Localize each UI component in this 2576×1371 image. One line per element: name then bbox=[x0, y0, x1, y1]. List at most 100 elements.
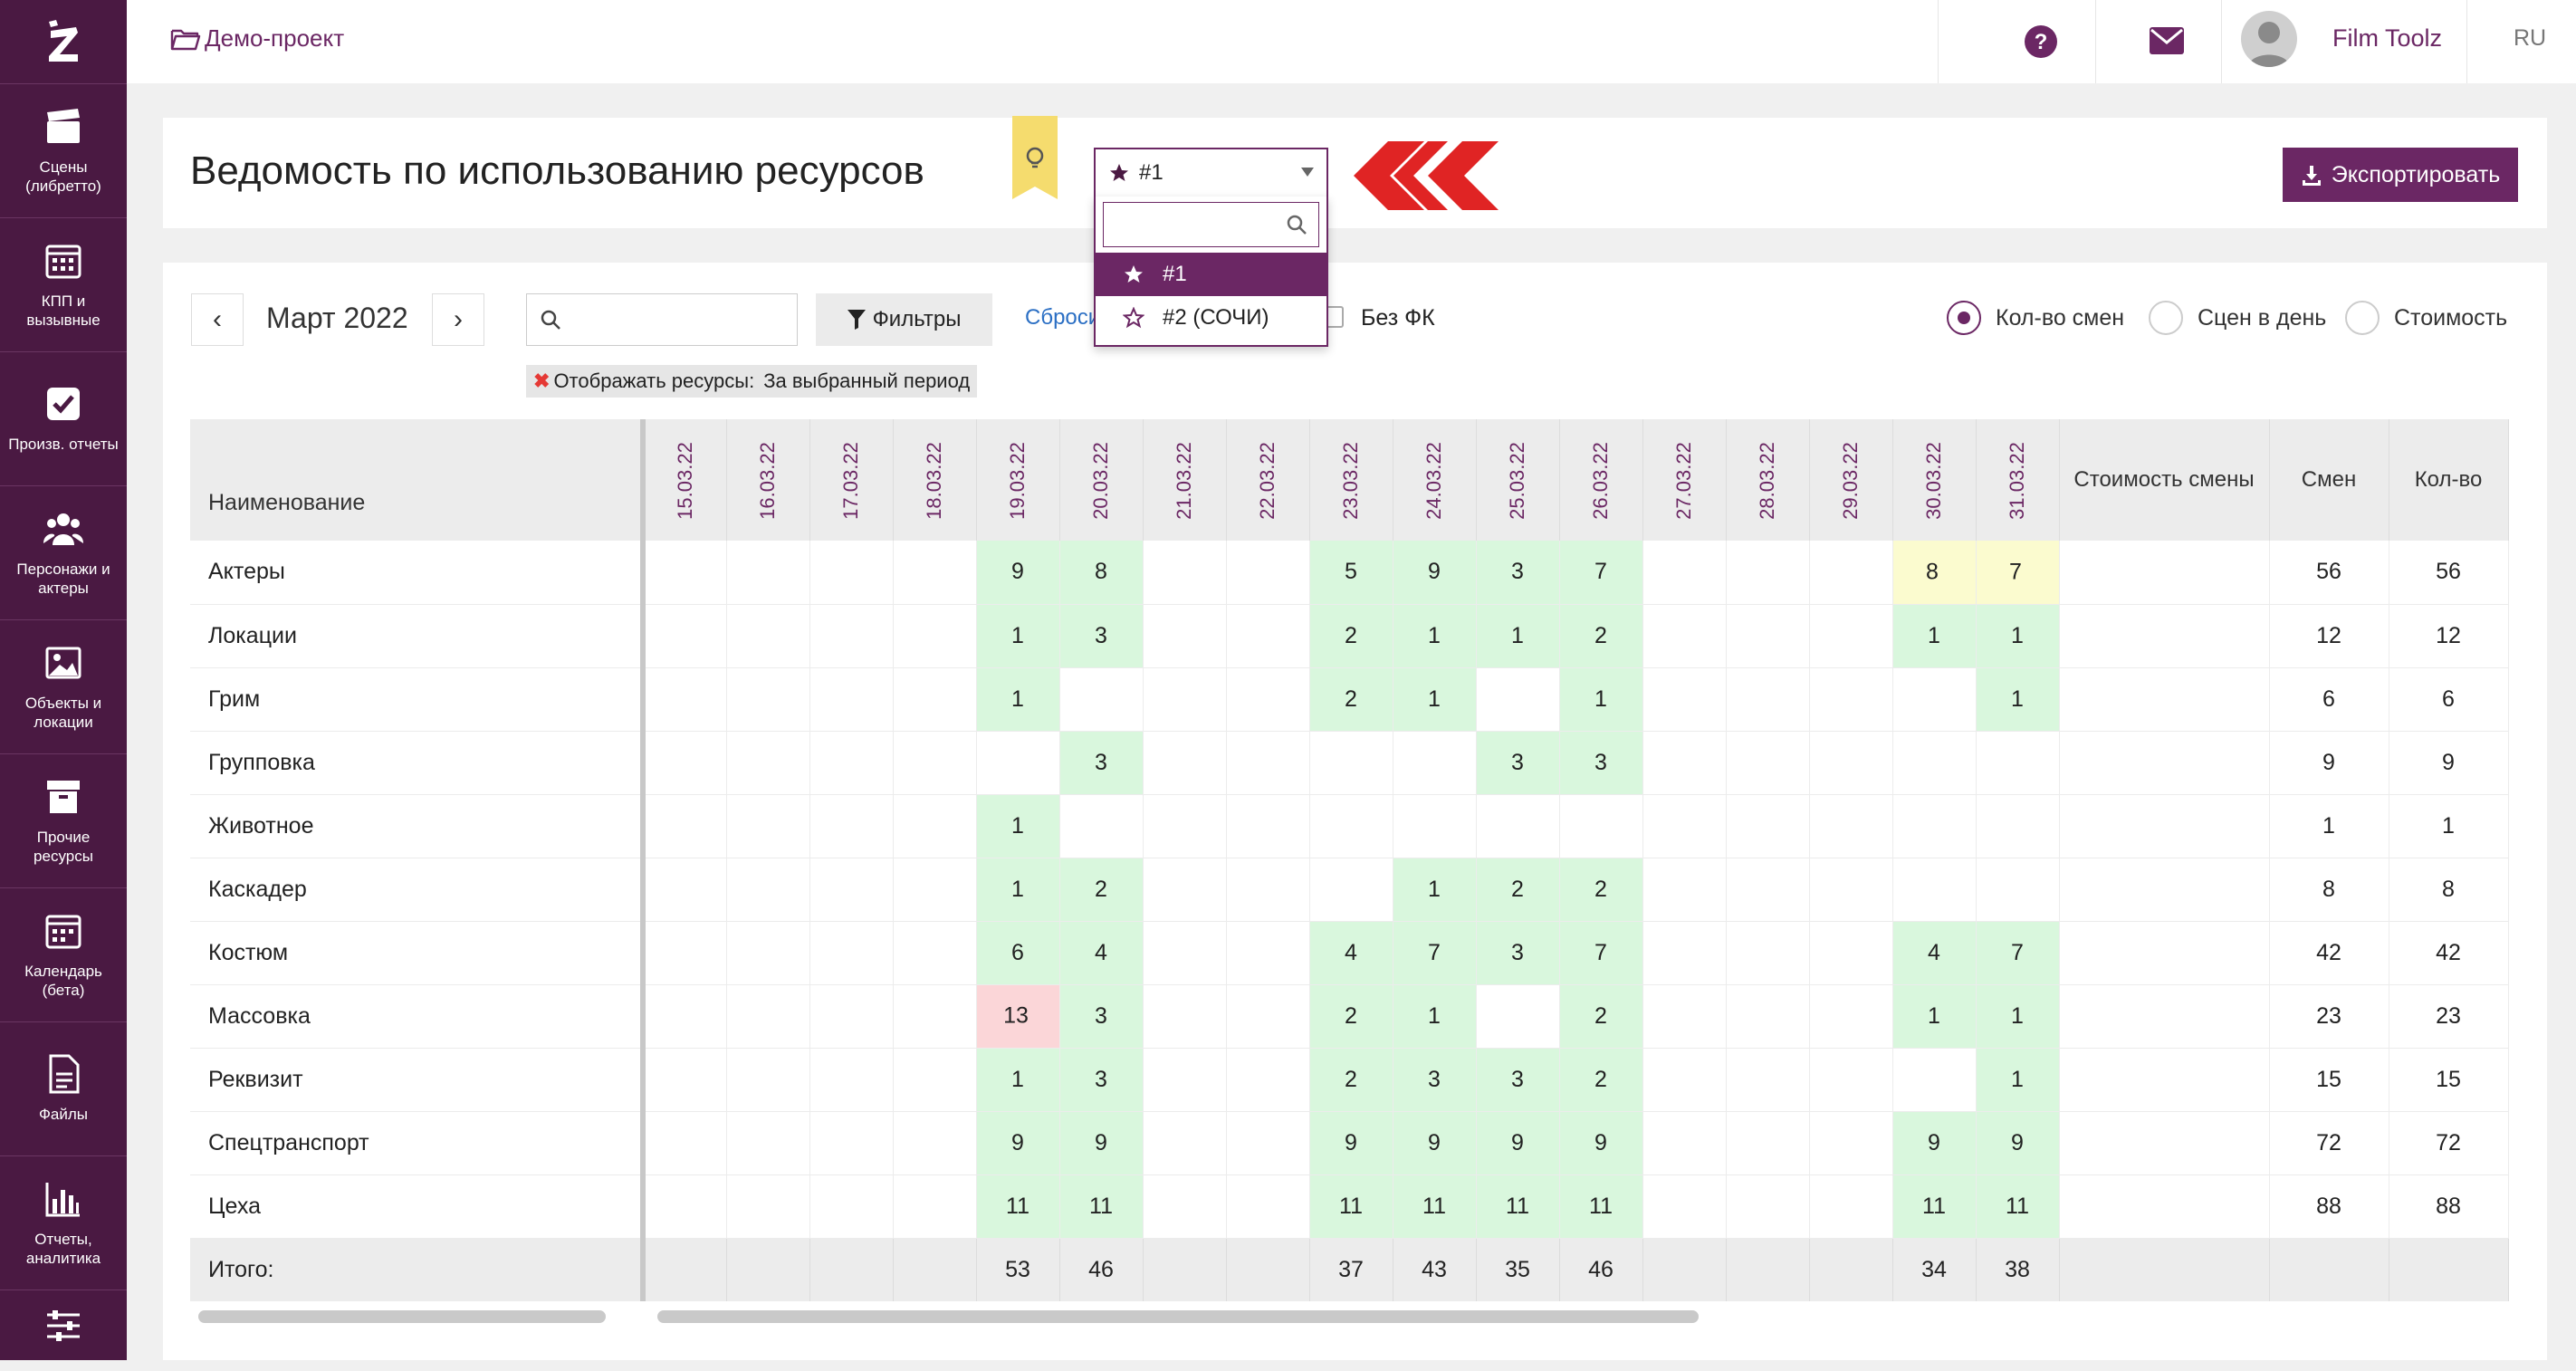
day-cell[interactable]: 9 bbox=[1976, 1111, 2060, 1175]
day-cell[interactable] bbox=[1642, 1111, 1727, 1175]
sidebar-item-checkbox[interactable]: Произв. отчеты bbox=[0, 351, 127, 485]
day-cell[interactable]: 11 bbox=[1559, 1174, 1643, 1239]
help-icon[interactable]: ? bbox=[2023, 24, 2059, 60]
day-cell[interactable]: 1 bbox=[1393, 667, 1477, 732]
radio-circle[interactable] bbox=[1947, 301, 1981, 335]
date-column-header[interactable]: 31.03.22 bbox=[1976, 419, 2060, 541]
day-cell[interactable]: 2 bbox=[1559, 984, 1643, 1049]
day-cell[interactable] bbox=[1143, 1048, 1227, 1112]
day-cell[interactable]: 9 bbox=[1309, 1111, 1393, 1175]
day-cell[interactable] bbox=[1809, 604, 1893, 668]
day-cell[interactable]: 3 bbox=[1393, 1048, 1477, 1112]
day-cell[interactable]: 3 bbox=[1059, 1048, 1144, 1112]
day-cell[interactable] bbox=[1642, 541, 1727, 605]
day-cell[interactable] bbox=[643, 1174, 727, 1239]
day-cell[interactable]: 11 bbox=[1309, 1174, 1393, 1239]
resource-name[interactable]: Массовка bbox=[190, 984, 646, 1049]
day-cell[interactable] bbox=[893, 794, 977, 858]
day-cell[interactable] bbox=[893, 1111, 977, 1175]
language-switch[interactable]: RU bbox=[2514, 25, 2546, 52]
date-column-header[interactable]: 24.03.22 bbox=[1393, 419, 1477, 541]
day-cell[interactable] bbox=[893, 667, 977, 732]
date-column-header[interactable]: 18.03.22 bbox=[893, 419, 977, 541]
resource-name[interactable]: Цеха bbox=[190, 1174, 646, 1239]
day-cell[interactable] bbox=[1892, 858, 1977, 922]
day-cell[interactable]: 13 bbox=[976, 984, 1060, 1049]
day-cell[interactable] bbox=[726, 858, 810, 922]
export-button[interactable]: Экспортировать bbox=[2283, 148, 2518, 202]
day-cell[interactable]: 3 bbox=[1476, 1048, 1560, 1112]
day-cell[interactable]: 2 bbox=[1476, 858, 1560, 922]
day-cell[interactable] bbox=[1309, 731, 1393, 795]
day-cell[interactable] bbox=[1143, 731, 1227, 795]
day-cell[interactable]: 8 bbox=[1059, 541, 1144, 605]
resource-name[interactable]: Реквизит bbox=[190, 1048, 646, 1112]
day-cell[interactable]: 2 bbox=[1559, 604, 1643, 668]
sidebar-item-calendar-grid[interactable]: КПП и вызывные bbox=[0, 217, 127, 351]
day-cell[interactable] bbox=[726, 1111, 810, 1175]
day-cell[interactable]: 1 bbox=[1476, 604, 1560, 668]
sidebar-item-sliders[interactable] bbox=[0, 1290, 127, 1371]
date-column-header[interactable]: 25.03.22 bbox=[1476, 419, 1560, 541]
resource-name[interactable]: Групповка bbox=[190, 731, 646, 795]
day-cell[interactable]: 9 bbox=[976, 541, 1060, 605]
day-cell[interactable] bbox=[1642, 921, 1727, 985]
day-cell[interactable] bbox=[1726, 667, 1810, 732]
day-cell[interactable] bbox=[1393, 731, 1477, 795]
day-cell[interactable] bbox=[809, 794, 894, 858]
day-cell[interactable]: 1 bbox=[976, 667, 1060, 732]
day-cell[interactable] bbox=[1143, 541, 1227, 605]
day-cell[interactable]: 3 bbox=[1059, 604, 1144, 668]
day-cell[interactable] bbox=[1809, 984, 1893, 1049]
day-cell[interactable]: 1 bbox=[1976, 1048, 2060, 1112]
day-cell[interactable] bbox=[809, 1111, 894, 1175]
day-cell[interactable] bbox=[1226, 541, 1310, 605]
day-cell[interactable] bbox=[893, 858, 977, 922]
day-cell[interactable]: 11 bbox=[1393, 1174, 1477, 1239]
plan-option[interactable]: #1 bbox=[1096, 253, 1326, 296]
day-cell[interactable]: 7 bbox=[1559, 921, 1643, 985]
day-cell[interactable] bbox=[643, 794, 727, 858]
day-cell[interactable] bbox=[1642, 858, 1727, 922]
radio-circle[interactable] bbox=[2345, 301, 2380, 335]
day-cell[interactable]: 1 bbox=[1892, 604, 1977, 668]
day-cell[interactable] bbox=[893, 604, 977, 668]
radio-circle[interactable] bbox=[2149, 301, 2183, 335]
day-cell[interactable] bbox=[809, 921, 894, 985]
day-cell[interactable] bbox=[1143, 794, 1227, 858]
day-cell[interactable] bbox=[893, 1174, 977, 1239]
date-column-header[interactable]: 26.03.22 bbox=[1559, 419, 1643, 541]
day-cell[interactable] bbox=[643, 604, 727, 668]
horizontal-scrollbar-names[interactable] bbox=[198, 1310, 606, 1323]
day-cell[interactable] bbox=[1726, 1048, 1810, 1112]
day-cell[interactable] bbox=[1809, 731, 1893, 795]
day-cell[interactable]: 1 bbox=[1976, 667, 2060, 732]
day-cell[interactable] bbox=[1726, 604, 1810, 668]
day-cell[interactable] bbox=[893, 1048, 977, 1112]
avatar[interactable] bbox=[2241, 11, 2297, 67]
date-column-header[interactable]: 15.03.22 bbox=[643, 419, 727, 541]
summary-column-header[interactable]: Смен bbox=[2269, 419, 2389, 541]
sidebar-item-file[interactable]: Файлы bbox=[0, 1021, 127, 1155]
day-cell[interactable]: 6 bbox=[976, 921, 1060, 985]
app-logo[interactable] bbox=[0, 0, 127, 83]
date-column-header[interactable]: 27.03.22 bbox=[1642, 419, 1727, 541]
day-cell[interactable] bbox=[1892, 1048, 1977, 1112]
day-cell[interactable]: 2 bbox=[1559, 858, 1643, 922]
day-cell[interactable] bbox=[809, 604, 894, 668]
day-cell[interactable] bbox=[809, 858, 894, 922]
day-cell[interactable] bbox=[1726, 984, 1810, 1049]
date-column-header[interactable]: 16.03.22 bbox=[726, 419, 810, 541]
day-cell[interactable] bbox=[809, 731, 894, 795]
day-cell[interactable] bbox=[1976, 731, 2060, 795]
day-cell[interactable] bbox=[1476, 984, 1560, 1049]
radio-shift-count[interactable]: Кол-во смен bbox=[1947, 301, 2124, 335]
day-cell[interactable] bbox=[1726, 731, 1810, 795]
day-cell[interactable] bbox=[1809, 1111, 1893, 1175]
day-cell[interactable] bbox=[726, 1174, 810, 1239]
horizontal-scrollbar-dates[interactable] bbox=[657, 1310, 1699, 1323]
day-cell[interactable] bbox=[1309, 858, 1393, 922]
date-column-header[interactable]: 20.03.22 bbox=[1059, 419, 1144, 541]
sidebar-item-people[interactable]: Персонажи и актеры bbox=[0, 485, 127, 619]
day-cell[interactable]: 9 bbox=[1393, 541, 1477, 605]
